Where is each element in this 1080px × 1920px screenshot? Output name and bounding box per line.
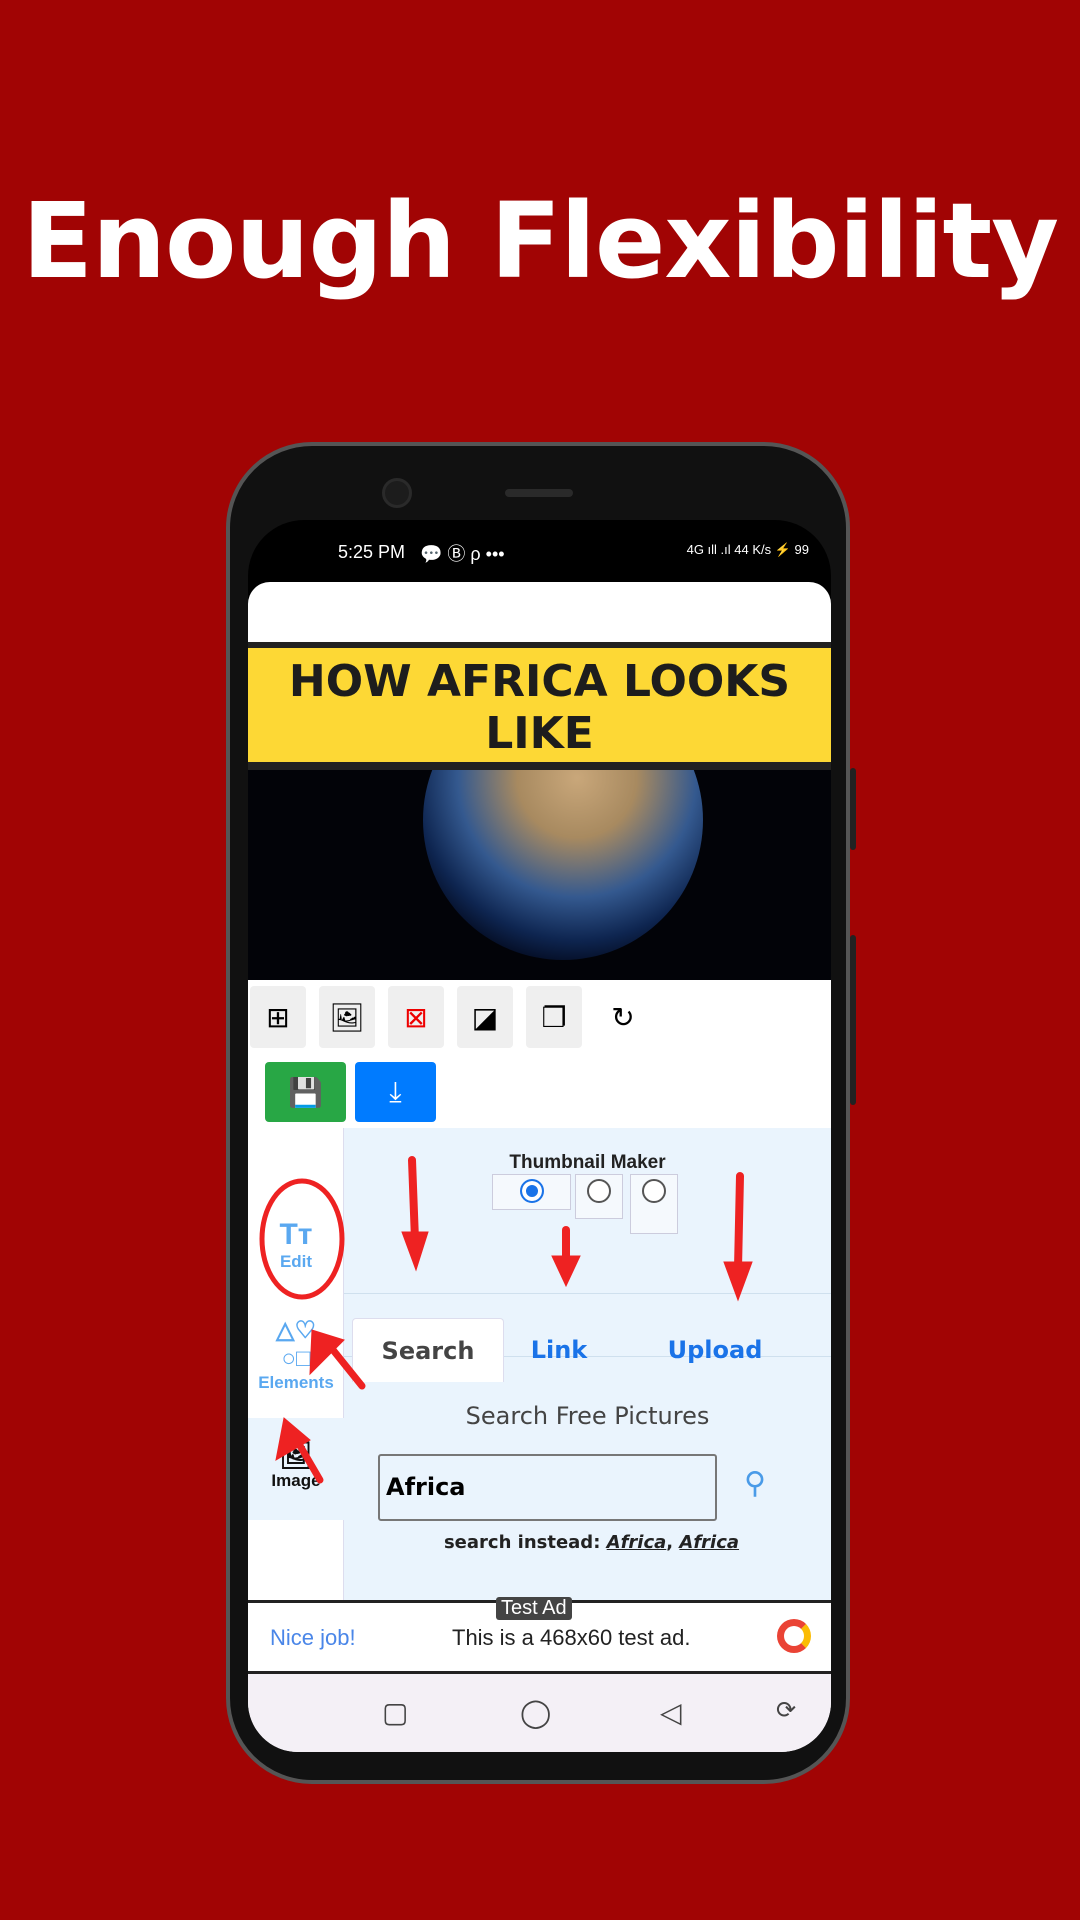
status-time: 5:25 PM xyxy=(338,542,406,562)
image-frame-button[interactable]: 🖼 xyxy=(319,986,375,1048)
suggestion-link[interactable]: Africa xyxy=(607,1532,667,1553)
shapes-icon: △♡ ○□ xyxy=(276,1317,316,1372)
tab-link[interactable]: Link xyxy=(514,1318,604,1382)
sidebar-item-label: Image xyxy=(271,1471,321,1490)
test-ad-badge: Test Ad xyxy=(496,1597,572,1620)
search-input[interactable]: Africa xyxy=(378,1454,717,1521)
image-panel: Thumbnail Maker Search Link Upload Searc… xyxy=(344,1128,831,1600)
adchoices-logo-icon xyxy=(777,1619,811,1653)
download-icon: ⤓ xyxy=(389,1075,402,1107)
add-page-button[interactable]: ⊞ xyxy=(250,986,306,1048)
ad-left-text: Nice job! xyxy=(270,1625,356,1650)
earth-image xyxy=(423,770,703,960)
back-icon[interactable]: ◁ xyxy=(660,1696,682,1729)
radio[interactable] xyxy=(642,1179,666,1203)
nav-bar: ▢ ◯ ◁ ⟳ xyxy=(248,1674,831,1752)
home-icon[interactable]: ◯ xyxy=(520,1696,551,1729)
sidebar-item-label: Elements xyxy=(258,1373,334,1392)
ad-text: This is a 468x60 test ad. xyxy=(452,1625,691,1650)
search-instead: search instead: Africa, Africa xyxy=(443,1532,740,1553)
suggestion-link[interactable]: Africa xyxy=(679,1532,739,1553)
search-icon[interactable]: ⚲ xyxy=(744,1466,766,1501)
layout-option-2[interactable] xyxy=(575,1174,623,1219)
delete-icon: ⊠ xyxy=(404,1001,428,1033)
duplicate-icon: ❐ xyxy=(541,1001,567,1033)
search-instead-label: search instead: xyxy=(443,1532,601,1553)
rotate-screen-icon[interactable]: ⟳ xyxy=(776,1696,796,1725)
sidebar-item-elements[interactable]: △♡ ○□ Elements xyxy=(248,1316,344,1393)
volume-button xyxy=(850,768,856,850)
search-heading: Search Free Pictures xyxy=(465,1402,710,1430)
image-icon: 🖼 xyxy=(279,1440,313,1470)
screen: 5:25 PM 💬 Ⓑ ρ ••• 4G ıll .ıl 44 K/s ⚡ 99… xyxy=(248,520,831,1752)
notification-icons: 💬 Ⓑ ρ ••• xyxy=(420,544,505,564)
bring-front-icon: ◪ xyxy=(471,1001,499,1033)
recents-icon[interactable]: ▢ xyxy=(382,1696,408,1729)
save-button[interactable]: 💾 xyxy=(265,1062,346,1122)
toolbar: ⊞ 🖼 ⊠ ◪ ❐ ↻ xyxy=(250,986,651,1048)
headline: Enough Flexibility xyxy=(21,180,1059,302)
speaker xyxy=(505,489,573,497)
radio-selected[interactable] xyxy=(519,1179,544,1203)
sidebar-item-edit[interactable]: Tт Edit xyxy=(248,1218,344,1272)
status-bar: 5:25 PM 💬 Ⓑ ρ ••• 4G ıll .ıl 44 K/s ⚡ 99 xyxy=(248,538,831,568)
sidebar: Tт Edit △♡ ○□ Elements 🖼 Image xyxy=(248,1128,344,1600)
sidebar-item-image[interactable]: 🖼 Image xyxy=(248,1418,344,1520)
bring-front-button[interactable]: ◪ xyxy=(457,986,513,1048)
add-page-icon: ⊞ xyxy=(266,1001,290,1033)
download-button[interactable]: ⤓ xyxy=(355,1062,436,1122)
app: HOW AFRICA LOOKS LIKE ⊞ 🖼 ⊠ ◪ ❐ ↻ 💾 ⤓ Tт… xyxy=(248,582,831,1752)
power-button xyxy=(850,935,856,1105)
rotate-icon: ↻ xyxy=(611,1001,635,1033)
duplicate-button[interactable]: ❐ xyxy=(526,986,582,1048)
status-right: 4G ıll .ıl 44 K/s ⚡ 99 xyxy=(686,542,809,557)
delete-button[interactable]: ⊠ xyxy=(388,986,444,1048)
radio[interactable] xyxy=(587,1179,611,1203)
sidebar-item-label: Edit xyxy=(279,1252,313,1271)
text-size-icon: Tт xyxy=(279,1218,313,1251)
image-frame-icon: 🖼 xyxy=(329,1001,365,1033)
panel-title: Thumbnail Maker xyxy=(509,1152,666,1173)
canvas-banner-text[interactable]: HOW AFRICA LOOKS LIKE xyxy=(248,642,831,770)
save-icon: 💾 xyxy=(288,1076,323,1108)
tab-bar: Search Link Upload xyxy=(344,1293,831,1382)
layout-option-1[interactable] xyxy=(492,1174,571,1210)
layout-option-3[interactable] xyxy=(630,1174,678,1234)
canvas-background-image[interactable] xyxy=(248,770,831,980)
ad-banner[interactable]: Test Ad Nice job! This is a 468x60 test … xyxy=(248,1597,831,1674)
tab-search[interactable]: Search xyxy=(352,1318,504,1382)
camera xyxy=(382,478,412,508)
tab-upload[interactable]: Upload xyxy=(640,1318,790,1382)
rotate-button[interactable]: ↻ xyxy=(595,986,651,1048)
